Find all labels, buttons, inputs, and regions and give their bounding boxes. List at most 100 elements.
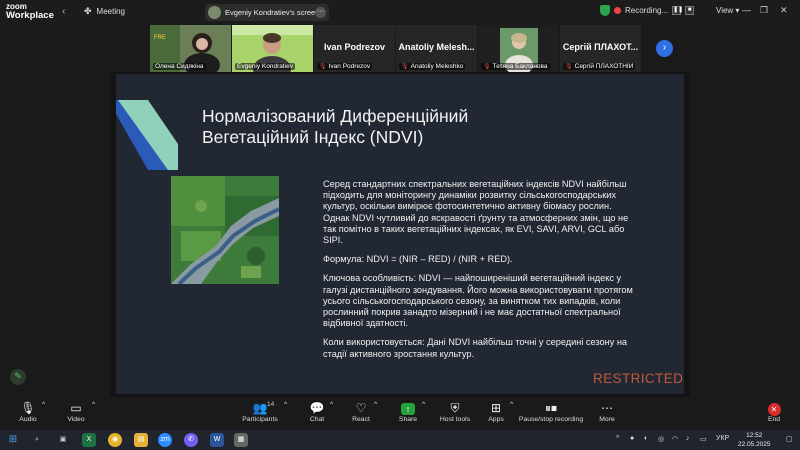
chat-button[interactable]: 💬 Chat [306,401,328,423]
participant-tile[interactable]: 🎙 Тетяна Бакланова [478,25,559,72]
chrome-icon[interactable]: ◉ [108,433,122,447]
chevron-left-icon[interactable]: ‹ [62,6,65,17]
pause-recording-icon[interactable]: ❚❚ [672,6,683,15]
participant-tile[interactable]: Ivan Podrezov 🎙 Ivan Podrezov [314,25,395,72]
restore-icon[interactable]: ❐ [760,5,768,16]
participant-name: Олена Сидякіна [153,63,206,70]
apps-grid-icon: ⊞ [490,401,502,415]
end-button[interactable]: ✕ End [764,401,784,423]
slide-paragraph: Серед стандартних спектральних вегетацій… [323,179,629,246]
windows-taskbar: ⊞ ⌕ ▣ X ◉ ▤ zm ✆ W ▦ ^ ● ◐ ◎ ◠ ♪ ▭ УКР 1… [0,430,800,450]
recording-indicator[interactable]: Recording... ❚❚ ■ [600,5,695,16]
system-clock[interactable]: 12:52 22.05.2025 [738,431,771,449]
apps-button[interactable]: ⊞ Apps [486,401,506,423]
tray-app-icon[interactable]: ● [630,435,634,442]
speaker-icon[interactable]: ♪ [686,435,690,442]
participants-options-caret[interactable]: ^ [284,401,287,408]
tray-chevron-icon[interactable]: ^ [616,435,619,442]
task-view-icon[interactable]: ▣ [56,433,70,447]
paw-icon: ✤ [84,6,92,16]
more-dots-icon: ⋯ [601,401,613,415]
participant-tile[interactable]: FRE Олена Сидякіна [150,25,231,72]
participant-big-name: Anatoliy Melesh... [398,42,475,52]
tray-app-icon[interactable]: ◎ [658,435,664,443]
minimize-icon[interactable]: — [742,5,751,15]
participant-tile[interactable]: Сергій ПЛАХОТ... 🎙 Сергій ПЛАХОТНІЙ [560,25,641,72]
participant-name: Evgeniy Kondratiev [235,63,296,70]
search-icon[interactable]: ⌕ [30,433,44,447]
excel-icon[interactable]: X [82,433,96,447]
share-options-caret[interactable]: ^ [422,401,425,408]
presenter-avatar [208,6,221,19]
participant-name: 🎙 Сергій ПЛАХОТНІЙ [563,63,636,70]
view-menu[interactable]: View ▾ [716,6,739,15]
microphone-icon: 🎙 [20,401,36,415]
slide-paragraph: Коли використовується: Дані NDVI найбіль… [323,337,628,359]
top-bar: zoom Workplace ‹ ✤ Meeting Evgeniy Kondr… [0,0,800,24]
satellite-ndvi-image [171,176,279,284]
presentation-slide: Нормалізований Диференційний Вегетаційни… [116,74,684,394]
heart-icon: ♡ [355,401,367,415]
viber-icon[interactable]: ✆ [184,433,198,447]
stop-recording-icon[interactable]: ■ [685,6,695,15]
close-icon[interactable]: ✕ [780,5,788,16]
host-tools-button[interactable]: ⛨ Host tools [438,401,472,423]
meeting-toolbar: 🎙 Audio ^ ▭ Video ^ 👥 Participants 14 ^ … [0,398,800,430]
app-icon[interactable]: ▦ [234,433,248,447]
participant-tile[interactable]: Anatoliy Melesh... 🎙 Anatoliy Meleshko [396,25,477,72]
slide-formula: Формула: NDVI = (NIR – RED) / (NIR + RED… [323,254,513,265]
participant-name: 🎙 Anatoliy Meleshko [399,63,466,70]
mic-muted-icon: 🎙 [401,64,409,70]
svg-text:FRE: FRE [154,35,166,41]
participants-count: 14 [267,401,275,408]
slide-title: Нормалізований Диференційний Вегетаційни… [202,106,469,147]
zoom-taskbar-icon[interactable]: zm [158,433,172,447]
video-camera-icon: ▭ [70,401,82,415]
video-options-caret[interactable]: ^ [92,401,95,408]
react-options-caret[interactable]: ^ [374,401,377,408]
zoom-logo: zoom Workplace [6,2,54,21]
shared-screen: Нормалізований Диференційний Вегетаційни… [110,72,690,397]
chat-icon: 💬 [309,401,325,415]
pause-stop-recording-button[interactable]: ⏸⏹ Pause/stop recording [518,401,584,423]
slide-body: Серед стандартних спектральних вегетацій… [323,179,635,368]
slide-paragraph: Ключова особливість: NDVI — найпоширеніш… [323,273,633,329]
file-explorer-icon[interactable]: ▤ [134,433,148,447]
more-options-icon[interactable]: ··· [315,7,326,18]
react-button[interactable]: ♡ React [350,401,372,423]
participant-big-name: Ivan Podrezov [323,42,386,52]
participant-gallery: FRE Олена Сидякіна Evgeniy Kondratiev Iv… [150,25,650,72]
recording-dot-icon [614,7,621,14]
apps-options-caret[interactable]: ^ [510,401,513,408]
participant-name: 🎙 Тетяна Бакланова [481,63,550,70]
shield-icon: ⛨ [450,401,460,415]
audio-options-caret[interactable]: ^ [42,401,45,408]
video-button[interactable]: ▭ Video [64,401,88,423]
chat-options-caret[interactable]: ^ [330,401,333,408]
windows-start-icon[interactable]: ⊞ [6,433,20,447]
share-screen-icon: ↑ [401,403,415,415]
screen-share-indicator[interactable]: Evgeniy Kondratiev's screen ··· [205,4,329,21]
audio-button[interactable]: 🎙 Audio [16,401,40,423]
word-icon[interactable]: W [210,433,224,447]
annotate-pen-icon[interactable]: ✎ [10,369,26,385]
participant-tile-active[interactable]: Evgeniy Kondratiev [232,25,313,72]
gallery-next-button[interactable]: › [656,40,673,57]
restricted-label: RESTRICTED [593,371,684,386]
end-call-icon: ✕ [767,403,781,416]
more-button[interactable]: ⋯ More [596,401,618,423]
battery-icon[interactable]: ▭ [700,435,707,443]
participant-big-name: Сергій ПЛАХОТ... [562,42,639,52]
language-indicator[interactable]: УКР [716,435,729,442]
mic-muted-icon: 🎙 [483,64,491,70]
slide-decoration [116,100,178,170]
participant-name: 🎙 Ivan Podrezov [317,63,373,70]
mic-muted-icon: 🎙 [565,64,573,70]
tray-app-icon[interactable]: ◐ [644,435,648,442]
shield-icon [600,5,610,16]
share-button[interactable]: ↑ Share [396,401,420,423]
mic-muted-icon: 🎙 [319,64,327,70]
wifi-icon[interactable]: ◠ [672,435,678,443]
meeting-menu[interactable]: ✤ Meeting [84,6,125,17]
notifications-icon[interactable]: ▢ [786,435,793,443]
